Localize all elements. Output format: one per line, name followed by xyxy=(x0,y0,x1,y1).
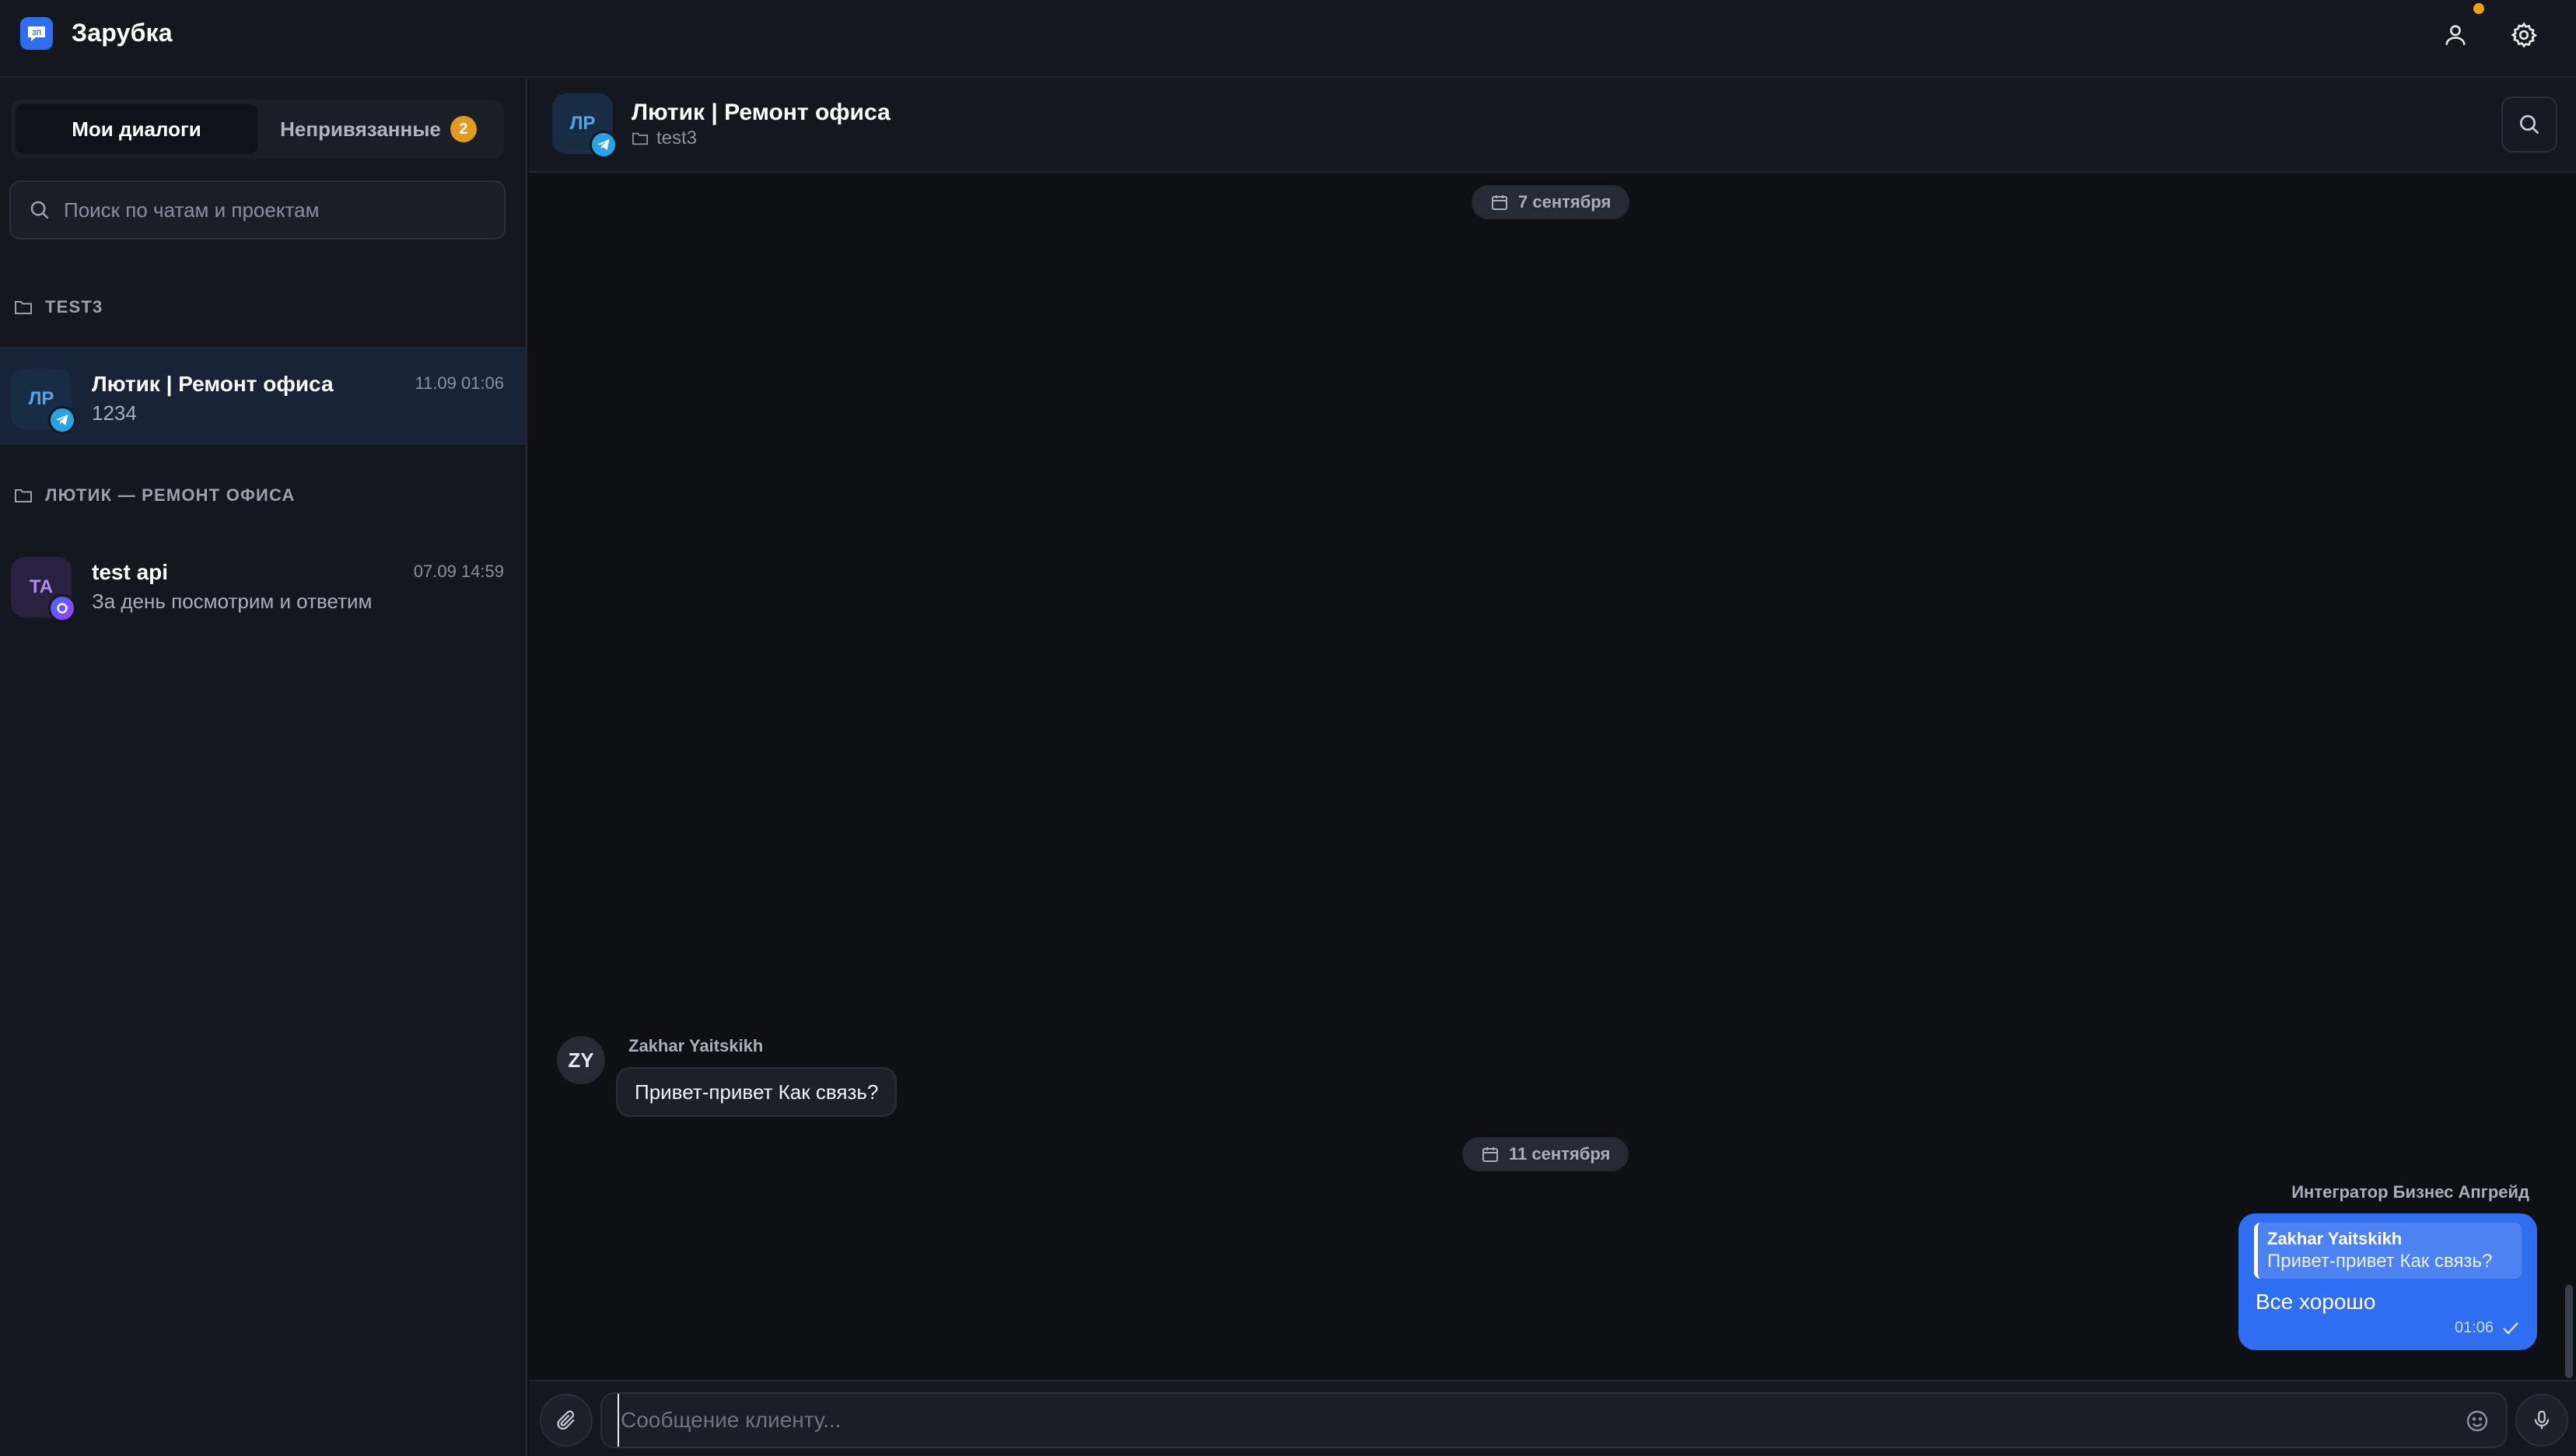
folder-icon xyxy=(15,489,32,502)
chat-project-link[interactable]: test3 xyxy=(632,128,697,149)
avatar-initials: ЛР xyxy=(569,113,596,134)
emoji-button[interactable] xyxy=(2462,1406,2492,1436)
chat-item-lyutik[interactable]: ЛР Лютик | Ремонт офиса 1234 11.09 01:06 xyxy=(0,347,526,445)
date-separator: 7 сентября xyxy=(1472,185,1630,219)
group-name: ЛЮТИК — РЕМОНТ ОФИСА xyxy=(45,485,296,505)
message-input[interactable] xyxy=(618,1394,2406,1447)
user-profile-button[interactable] xyxy=(2438,17,2473,53)
message-sender: Zakhar Yaitskikh xyxy=(628,1036,764,1055)
date-separator: 11 сентября xyxy=(1462,1137,1629,1171)
max-messenger-icon xyxy=(48,594,76,622)
app-title: Зарубка xyxy=(72,19,173,47)
settings-button[interactable] xyxy=(2506,17,2542,53)
group-name: TEST3 xyxy=(45,297,103,317)
message-meta: 01:06 xyxy=(2455,1319,2520,1337)
reply-author: Zakhar Yaitskikh xyxy=(2267,1229,2403,1248)
telegram-icon xyxy=(48,406,76,434)
message-time: 01:06 xyxy=(2454,1319,2494,1336)
avatar-initials: TA xyxy=(29,576,54,597)
top-bar: ЗП Зарубка xyxy=(0,0,2576,78)
user-icon xyxy=(2445,25,2466,45)
app-logo-icon[interactable]: ЗП xyxy=(20,17,53,50)
search-icon xyxy=(30,201,49,219)
folder-icon xyxy=(15,301,32,314)
reply-quote[interactable]: Zakhar Yaitskikh Привет-привет Как связь… xyxy=(2254,1223,2522,1279)
chat-header: ЛР Лютик | Ремонт офиса test3 xyxy=(529,78,2576,173)
scrollbar-thumb[interactable] xyxy=(2565,1285,2573,1378)
gear-icon xyxy=(2511,22,2538,48)
smiley-icon xyxy=(2466,1410,2488,1432)
chat-search-box[interactable] xyxy=(9,180,506,240)
message-sender: Интегратор Бизнес Апгрейд xyxy=(2291,1182,2529,1202)
dialog-tabs: Мои диалоги Непривязанные 2 xyxy=(11,100,504,159)
chat-preview: За день посмотрим и ответим xyxy=(92,590,373,613)
message-composer xyxy=(529,1380,2576,1456)
sidebar: Мои диалоги Непривязанные 2 TEST3 ЛР Лют… xyxy=(0,78,527,1456)
date-label: 7 сентября xyxy=(1518,192,1612,212)
notification-dot xyxy=(2473,3,2484,14)
unlinked-count-badge: 2 xyxy=(450,116,477,142)
avatar: ЛР xyxy=(11,369,76,434)
chat-avatar: ЛР xyxy=(552,93,618,159)
tab-unlinked[interactable]: Непривязанные 2 xyxy=(257,104,499,154)
chat-time: 11.09 01:06 xyxy=(415,373,504,393)
chat-search-input[interactable] xyxy=(64,198,499,222)
avatar-initials: ЛР xyxy=(28,388,54,409)
voice-message-button[interactable] xyxy=(2515,1394,2568,1447)
incoming-message[interactable]: Привет-привет Как связь? xyxy=(616,1067,898,1117)
telegram-icon xyxy=(590,131,618,159)
attach-button[interactable] xyxy=(540,1394,593,1447)
search-icon xyxy=(2520,115,2539,135)
message-input-wrapper[interactable] xyxy=(600,1392,2508,1448)
message-list[interactable]: 7 сентября ZY Zakhar Yaitskikh Привет-пр… xyxy=(529,173,2576,1380)
project-name: test3 xyxy=(656,128,698,149)
message-text: Все хорошо xyxy=(2256,1290,2376,1314)
avatar-initials: ZY xyxy=(568,1048,594,1072)
microphone-icon xyxy=(2534,1410,2550,1430)
chat-name: Лютик | Ремонт офиса xyxy=(92,372,334,396)
calendar-icon xyxy=(1492,195,1507,210)
chat-time: 07.09 14:59 xyxy=(413,562,504,581)
paperclip-icon xyxy=(557,1410,575,1430)
search-in-chat-button[interactable] xyxy=(2501,96,2557,152)
chat-title: Лютик | Ремонт офиса xyxy=(632,100,891,125)
chat-name: test api xyxy=(92,560,169,584)
tab-label: Мои диалоги xyxy=(72,117,201,141)
date-label: 11 сентября xyxy=(1509,1144,1611,1164)
svg-text:ЗП: ЗП xyxy=(32,29,41,37)
folder-icon xyxy=(632,132,648,145)
outgoing-message[interactable]: Zakhar Yaitskikh Привет-привет Как связь… xyxy=(2238,1213,2537,1350)
message-text: Привет-привет Как связь? xyxy=(635,1080,879,1104)
sender-avatar[interactable]: ZY xyxy=(557,1036,605,1084)
chat-preview: 1234 xyxy=(92,401,137,425)
group-header-test3[interactable]: TEST3 xyxy=(14,297,103,317)
avatar: TA xyxy=(11,557,76,622)
chat-item-test-api[interactable]: TA test api За день посмотрим и ответим … xyxy=(0,535,526,633)
tab-my-dialogs[interactable]: Мои диалоги xyxy=(16,104,257,154)
tab-label: Непривязанные xyxy=(280,117,441,141)
reply-text: Привет-привет Как связь? xyxy=(2267,1251,2493,1272)
calendar-icon xyxy=(1482,1147,1498,1162)
check-icon xyxy=(2503,1321,2518,1335)
group-header-lyutik[interactable]: ЛЮТИК — РЕМОНТ ОФИСА xyxy=(14,485,296,506)
